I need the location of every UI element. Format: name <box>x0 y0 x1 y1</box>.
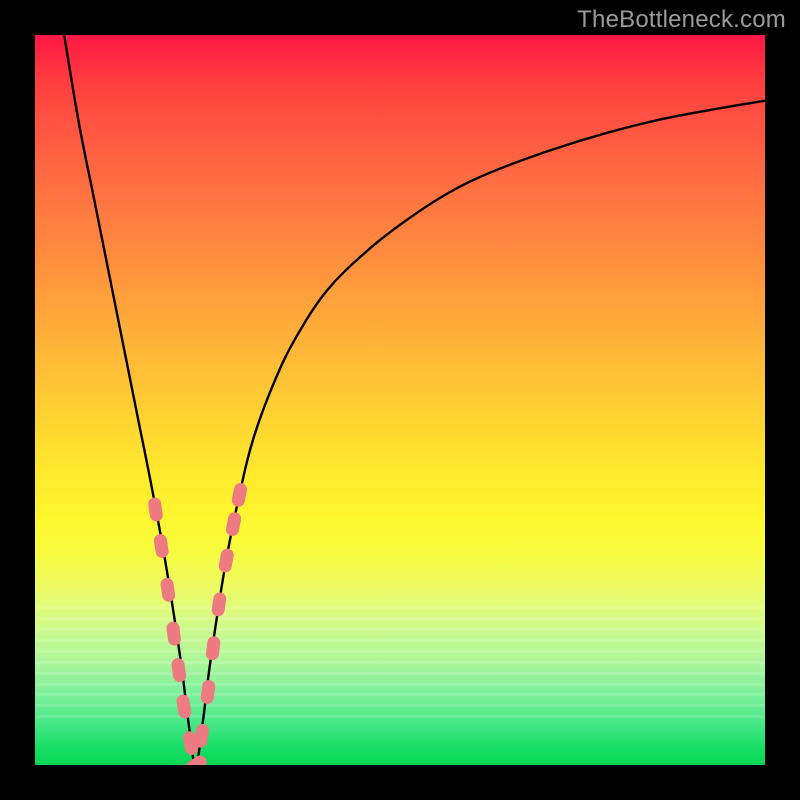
curve-marker <box>171 657 187 683</box>
curve-marker <box>176 694 193 720</box>
curve-marker <box>160 577 176 603</box>
bottleneck-curve <box>64 35 765 765</box>
curve-marker <box>218 548 235 574</box>
curve-marker <box>211 592 227 618</box>
curve-marker <box>205 635 221 660</box>
curve-svg <box>35 35 765 765</box>
curve-marker <box>231 482 248 508</box>
curve-marker <box>182 753 209 765</box>
curve-marker <box>193 723 210 749</box>
curve-marker <box>153 533 170 559</box>
curve-marker <box>200 679 216 705</box>
chart-frame: TheBottleneck.com <box>0 0 800 800</box>
watermark-text: TheBottleneck.com <box>577 6 786 34</box>
marker-group <box>147 482 248 765</box>
curve-marker <box>166 621 182 647</box>
curve-marker <box>225 511 242 537</box>
curve-marker <box>147 497 164 523</box>
plot-area <box>35 35 765 765</box>
